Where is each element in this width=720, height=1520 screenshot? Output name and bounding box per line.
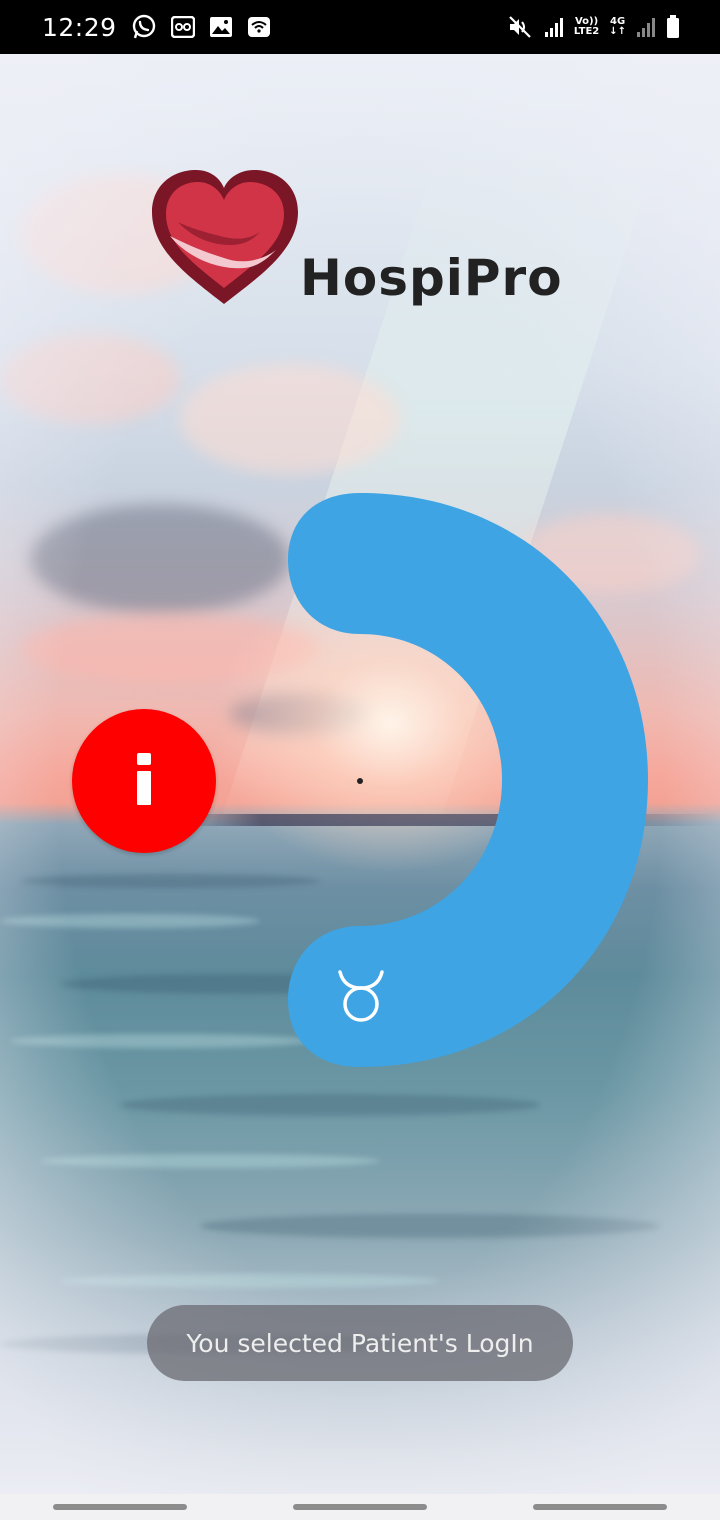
status-time: 12:29 [42,12,117,42]
wifi-icon [247,16,271,38]
toast-text: You selected Patient's LogIn [186,1328,534,1358]
nav-back-button[interactable] [533,1504,667,1510]
status-left: 12:29 [42,13,271,42]
decorative-dot [357,778,363,784]
info-icon [134,752,154,810]
navigation-bar [0,1494,720,1520]
toast-message: You selected Patient's LogIn [147,1305,573,1381]
status-bar: 12:29 Vo)) LTE2 4G ↓↑ [0,0,720,54]
mute-icon [508,15,534,39]
app-name: HospiPro [300,249,563,307]
app-logo: HospiPro [148,166,563,313]
image-icon [209,16,233,38]
4g-icon: 4G ↓↑ [609,16,626,37]
voicemail-icon [170,16,195,38]
info-button[interactable] [72,709,216,853]
signal-icon [544,16,564,38]
signal-icon-2 [636,16,656,38]
nav-recents-button[interactable] [53,1504,187,1510]
nav-home-button[interactable] [293,1504,427,1510]
volte-icon: Vo)) LTE2 [574,17,599,37]
whatsapp-icon [131,14,157,40]
volte-bottom-label: LTE2 [573,26,600,37]
heart-hand-icon [148,166,300,313]
status-right: Vo)) LTE2 4G ↓↑ [508,15,680,39]
network-label: 4G [610,16,626,27]
battery-icon [666,15,680,39]
taurus-symbol-icon[interactable] [334,966,388,1031]
